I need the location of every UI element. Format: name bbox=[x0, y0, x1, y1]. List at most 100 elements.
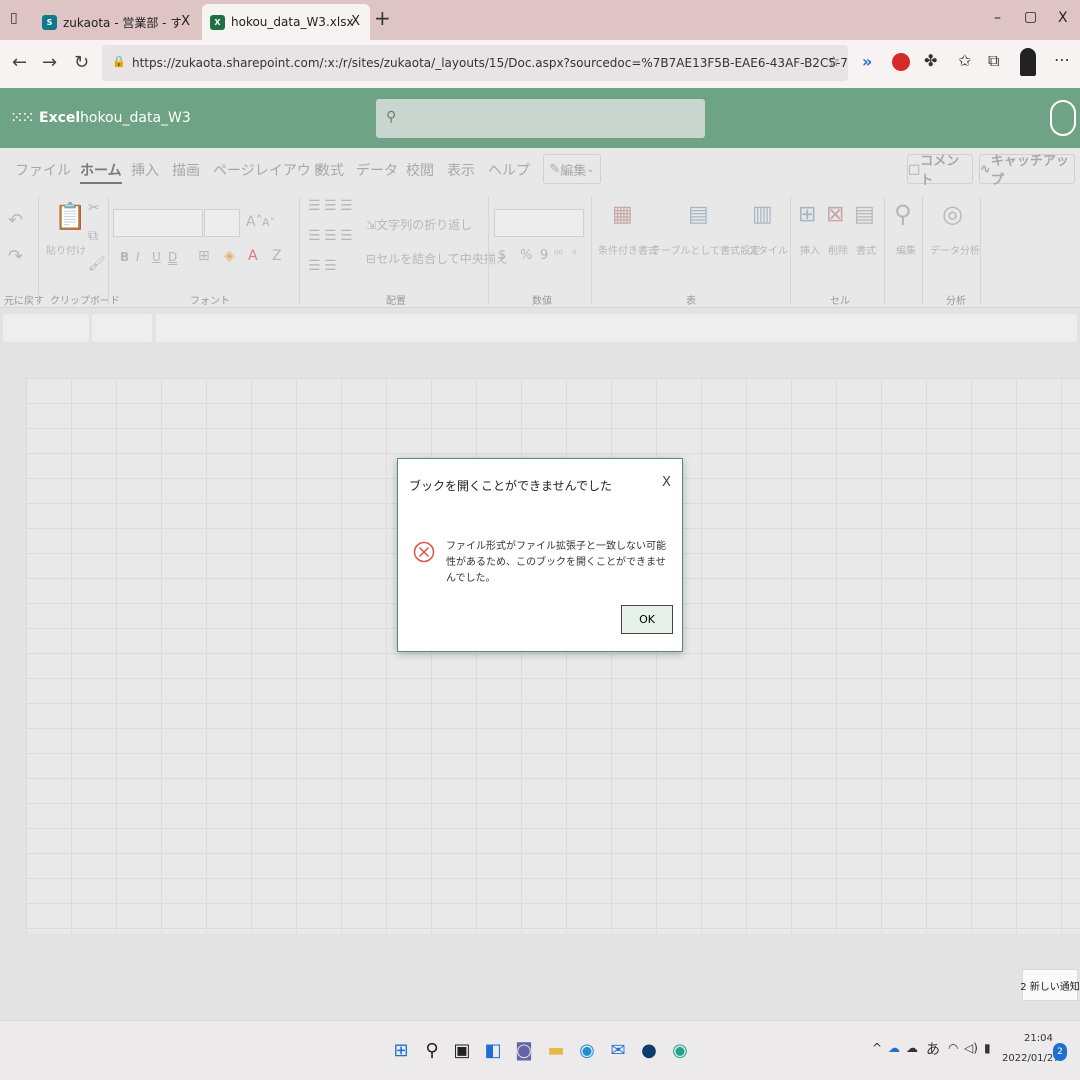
dialog-close-button[interactable]: X bbox=[662, 475, 671, 490]
double-underline-icon[interactable]: D bbox=[168, 250, 177, 264]
battery-icon[interactable]: ▮ bbox=[984, 1041, 991, 1055]
tray-overflow-icon[interactable]: ^ bbox=[872, 1041, 882, 1055]
paste-label[interactable]: 貼り付け bbox=[46, 242, 86, 257]
cloud-icon[interactable]: ☁ bbox=[906, 1041, 918, 1055]
number-format-dropdown[interactable] bbox=[494, 209, 584, 237]
increase-decimal-icon[interactable]: ⁰⁰ bbox=[554, 248, 563, 261]
shrink-font-icon[interactable]: A˅ bbox=[262, 216, 275, 229]
formula-buttons[interactable] bbox=[92, 314, 152, 342]
paste-icon[interactable]: 📋 bbox=[54, 202, 86, 232]
align-left-icon[interactable]: ☰ bbox=[308, 228, 321, 244]
insert-cells-label[interactable]: 挿入 bbox=[800, 242, 820, 257]
app-name[interactable]: Excel bbox=[39, 110, 80, 126]
styles-label[interactable]: スタイル bbox=[748, 242, 788, 257]
bold-icon[interactable]: B bbox=[120, 250, 129, 264]
onedrive-icon[interactable]: ☁ bbox=[888, 1041, 900, 1055]
tab-help[interactable]: ヘルプ bbox=[488, 160, 530, 180]
formula-bar[interactable] bbox=[156, 314, 1077, 342]
minimize-button[interactable]: – bbox=[994, 10, 1001, 26]
tab-file[interactable]: ファイル bbox=[15, 160, 71, 180]
merge-center-button[interactable]: ⊟セルを結合して中央揃え bbox=[366, 250, 508, 267]
align-bottom-icon[interactable]: ☰ bbox=[340, 198, 353, 214]
tab-sharepoint[interactable]: S zukaota - 営業部 - すべてのドキュメ X bbox=[34, 4, 200, 40]
wrap-text-button[interactable]: ⇲文字列の折り返し bbox=[366, 216, 472, 233]
file-name[interactable]: hokou_data_W3 bbox=[80, 110, 191, 126]
fill-color-icon[interactable]: ◈ bbox=[224, 248, 235, 264]
edge-dev-icon[interactable]: ◉ bbox=[668, 1036, 692, 1064]
find-edit-icon[interactable]: ⚲ bbox=[894, 200, 912, 228]
teams-chat-icon[interactable]: ◙ bbox=[512, 1036, 536, 1064]
ime-indicator[interactable]: あ bbox=[926, 1039, 940, 1059]
grow-font-icon[interactable]: A˄ bbox=[246, 214, 263, 230]
volume-icon[interactable]: ◁) bbox=[964, 1041, 978, 1055]
conditional-format-label[interactable]: 条件付き書式 bbox=[598, 242, 658, 257]
profile-avatar-icon[interactable] bbox=[1020, 48, 1036, 76]
format-painter-icon[interactable]: 🖌 bbox=[88, 256, 106, 272]
indent-decrease-icon[interactable]: ☰ bbox=[308, 258, 321, 274]
search-input[interactable]: ⚲ bbox=[376, 99, 705, 138]
mail-icon[interactable]: ✉ bbox=[606, 1036, 630, 1064]
comma-icon[interactable]: 9 bbox=[540, 248, 548, 263]
format-cells-icon[interactable]: ▤ bbox=[854, 202, 875, 227]
cut-icon[interactable]: ✂ bbox=[88, 200, 100, 216]
new-notifications-toast[interactable]: 2 新しい通知 bbox=[1020, 969, 1080, 1001]
tab-draw[interactable]: 描画 bbox=[172, 160, 200, 180]
tab-home[interactable]: ホーム bbox=[80, 160, 122, 184]
close-tab-icon[interactable]: X bbox=[351, 14, 360, 29]
tab-data[interactable]: データ bbox=[356, 160, 398, 180]
wifi-icon[interactable]: ◠ bbox=[948, 1041, 958, 1055]
tab-page-layout[interactable]: ページレイアウト bbox=[213, 160, 325, 180]
app-launcher-icon[interactable]: ⁙⁙ bbox=[10, 108, 35, 127]
copy-icon[interactable]: ⧉ bbox=[88, 228, 98, 244]
format-table-label[interactable]: テーブルとして書式設定 bbox=[651, 242, 760, 257]
favorite-star-icon[interactable]: ☆ bbox=[827, 54, 840, 70]
tab-review[interactable]: 校閲 bbox=[406, 160, 434, 180]
extension-arrow-icon[interactable]: » bbox=[862, 52, 872, 71]
delete-cells-label[interactable]: 削除 bbox=[828, 242, 848, 257]
percent-icon[interactable]: % bbox=[520, 248, 532, 263]
tab-formulas[interactable]: 数式 bbox=[316, 160, 344, 180]
redo-icon[interactable]: ↷ bbox=[8, 246, 23, 267]
name-box[interactable] bbox=[3, 314, 89, 342]
more-font-icon[interactable]: Z bbox=[272, 248, 282, 264]
insert-cells-icon[interactable]: ⊞ bbox=[798, 202, 816, 227]
tab-view[interactable]: 表示 bbox=[447, 160, 475, 180]
edge-icon[interactable]: ◉ bbox=[575, 1036, 599, 1064]
clock-time[interactable]: 21:04 bbox=[1024, 1033, 1053, 1044]
align-center-icon[interactable]: ☰ bbox=[324, 228, 337, 244]
borders-icon[interactable]: ⊞ bbox=[198, 248, 210, 264]
align-top-icon[interactable]: ☰ bbox=[308, 198, 321, 214]
clock-date[interactable]: 2022/01/27 bbox=[1002, 1053, 1060, 1064]
currency-icon[interactable]: $ bbox=[498, 248, 506, 263]
tab-actions-icon[interactable]: ▯ bbox=[10, 10, 18, 26]
notification-badge[interactable]: 2 bbox=[1053, 1043, 1067, 1061]
indent-increase-icon[interactable]: ☰ bbox=[324, 258, 337, 274]
widgets-icon[interactable]: ◧ bbox=[481, 1036, 505, 1064]
start-icon[interactable]: ⊞ bbox=[389, 1036, 413, 1064]
font-color-icon[interactable]: A bbox=[248, 248, 258, 264]
favorites-icon[interactable]: ✩ bbox=[958, 51, 971, 70]
extension-red-icon[interactable] bbox=[892, 53, 910, 71]
styles-icon[interactable]: ▥ bbox=[752, 202, 773, 227]
maximize-button[interactable]: ▢ bbox=[1024, 9, 1037, 25]
catchup-button[interactable]: ∿ キャッチアップ bbox=[979, 154, 1075, 188]
close-tab-icon[interactable]: X bbox=[181, 14, 190, 29]
format-table-icon[interactable]: ▤ bbox=[688, 202, 709, 227]
refresh-icon[interactable]: ↻ bbox=[74, 52, 89, 73]
ok-button[interactable]: OK bbox=[621, 605, 673, 634]
comment-button[interactable]: □ コメント bbox=[907, 154, 973, 188]
tab-insert[interactable]: 挿入 bbox=[131, 160, 159, 180]
forward-icon[interactable]: → bbox=[42, 52, 57, 73]
font-size-dropdown[interactable] bbox=[204, 209, 240, 237]
edit-label[interactable]: 編集 bbox=[896, 242, 916, 257]
url-field[interactable]: 🔒 https://zukaota.sharepoint.com/:x:/r/s… bbox=[102, 45, 848, 81]
format-cells-label[interactable]: 書式 bbox=[856, 242, 876, 257]
data-analysis-label[interactable]: データ分析 bbox=[930, 242, 980, 257]
conditional-format-icon[interactable]: ▦ bbox=[612, 202, 633, 227]
align-right-icon[interactable]: ☰ bbox=[340, 228, 353, 244]
align-middle-icon[interactable]: ☰ bbox=[324, 198, 337, 214]
decrease-decimal-icon[interactable]: ⁰ bbox=[572, 248, 576, 261]
search-icon[interactable]: ⚲ bbox=[420, 1036, 444, 1064]
file-explorer-icon[interactable]: ▬ bbox=[544, 1036, 568, 1064]
extensions-puzzle-icon[interactable]: ✤ bbox=[924, 51, 937, 70]
